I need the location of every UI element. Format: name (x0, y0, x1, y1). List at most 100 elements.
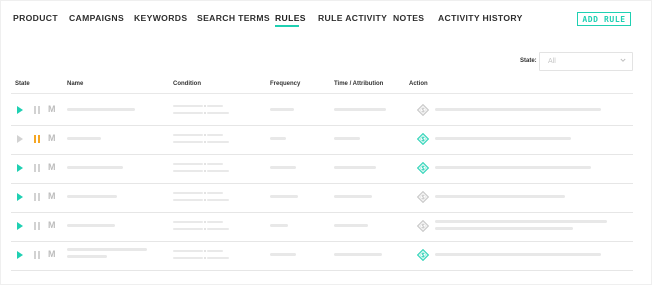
tab-product[interactable]: PRODUCT (13, 13, 58, 23)
table-row[interactable]: M $ (11, 125, 633, 155)
header-condition: Condition (173, 81, 201, 87)
diamond-dollar-icon[interactable]: $ (417, 249, 429, 261)
svg-text:$: $ (422, 195, 425, 201)
condition-placeholder (207, 257, 229, 259)
chevron-down-icon (620, 58, 626, 62)
condition-placeholder (207, 228, 229, 230)
condition-placeholder (207, 112, 229, 114)
manual-mode-toggle[interactable]: M (48, 220, 56, 230)
condition-separator (204, 170, 206, 172)
pause-icon[interactable] (34, 222, 40, 230)
diamond-dollar-icon[interactable]: $ (417, 162, 429, 174)
pause-icon[interactable] (34, 193, 40, 201)
diamond-dollar-icon[interactable]: $ (417, 191, 429, 203)
tab-rule-activity[interactable]: RULE ACTIVITY (318, 13, 387, 23)
tab-rules[interactable]: RULES (275, 13, 306, 23)
condition-separator (204, 134, 206, 136)
header-state: State (15, 81, 30, 87)
frequency-placeholder (270, 195, 298, 198)
table-row[interactable]: M $ (11, 212, 633, 242)
tab-notes[interactable]: NOTES (393, 13, 424, 23)
condition-placeholder (173, 199, 203, 201)
table-row[interactable]: M $ (11, 96, 633, 126)
condition-placeholder (207, 199, 229, 201)
time-attribution-placeholder (334, 108, 386, 111)
tab-search-terms[interactable]: SEARCH TERMS (197, 13, 270, 23)
diamond-dollar-icon[interactable]: $ (417, 133, 429, 145)
condition-separator (204, 250, 206, 252)
svg-text:$: $ (422, 108, 425, 114)
play-icon[interactable] (17, 222, 23, 230)
table-row[interactable]: M $ (11, 241, 633, 271)
frequency-placeholder (270, 224, 288, 227)
rule-name-placeholder (67, 137, 101, 140)
tab-activity-history[interactable]: ACTIVITY HISTORY (438, 13, 523, 23)
table-row[interactable]: M $ (11, 154, 633, 184)
play-icon[interactable] (17, 164, 23, 172)
condition-placeholder (207, 221, 223, 223)
play-icon[interactable] (17, 251, 23, 259)
frequency-placeholder (270, 137, 286, 140)
header-frequency: Frequency (270, 81, 301, 87)
state-filter-select[interactable]: All (539, 52, 633, 71)
tab-bar: PRODUCT CAMPAIGNS KEYWORDS SEARCH TERMS … (1, 1, 651, 31)
manual-mode-toggle[interactable]: M (48, 162, 56, 172)
condition-separator (204, 192, 206, 194)
header-time-attribution: Time / Attribution (334, 81, 384, 87)
pause-icon[interactable] (34, 135, 40, 143)
svg-text:$: $ (422, 253, 425, 259)
play-icon[interactable] (17, 106, 23, 114)
time-attribution-placeholder (334, 195, 372, 198)
action-description-placeholder (435, 137, 571, 140)
action-description-placeholder (435, 227, 573, 230)
condition-placeholder (173, 141, 203, 143)
rule-name-placeholder (67, 108, 135, 111)
state-filter-label: State: (520, 58, 537, 64)
condition-placeholder (173, 228, 203, 230)
condition-placeholder (173, 163, 203, 165)
svg-text:$: $ (422, 224, 425, 230)
rules-table-header: State Name Condition Frequency Time / At… (11, 79, 633, 94)
play-icon[interactable] (17, 193, 23, 201)
pause-icon[interactable] (34, 251, 40, 259)
diamond-dollar-icon[interactable]: $ (417, 220, 429, 232)
condition-separator (204, 257, 206, 259)
action-description-placeholder (435, 166, 591, 169)
pause-icon[interactable] (34, 164, 40, 172)
diamond-dollar-icon[interactable]: $ (417, 104, 429, 116)
time-attribution-placeholder (334, 253, 382, 256)
tab-campaigns[interactable]: CAMPAIGNS (69, 13, 124, 23)
play-icon[interactable] (17, 135, 23, 143)
condition-placeholder (173, 112, 203, 114)
rule-name-placeholder (67, 224, 115, 227)
condition-placeholder (207, 141, 229, 143)
time-attribution-placeholder (334, 224, 368, 227)
manual-mode-toggle[interactable]: M (48, 249, 56, 259)
condition-placeholder (173, 105, 203, 107)
tab-keywords[interactable]: KEYWORDS (134, 13, 187, 23)
table-row[interactable]: M $ (11, 183, 633, 213)
condition-placeholder (173, 134, 203, 136)
manual-mode-toggle[interactable]: M (48, 191, 56, 201)
manual-mode-toggle[interactable]: M (48, 133, 56, 143)
condition-separator (204, 141, 206, 143)
active-tab-indicator (275, 25, 299, 27)
header-name: Name (67, 81, 84, 87)
time-attribution-placeholder (334, 166, 376, 169)
frequency-placeholder (270, 108, 294, 111)
state-filter-value: All (548, 58, 556, 65)
rule-name-placeholder (67, 255, 107, 258)
condition-placeholder (207, 170, 229, 172)
manual-mode-toggle[interactable]: M (48, 104, 56, 114)
rule-name-placeholder (67, 195, 117, 198)
condition-placeholder (207, 163, 223, 165)
pause-icon[interactable] (34, 106, 40, 114)
condition-separator (204, 199, 206, 201)
condition-placeholder (173, 192, 203, 194)
add-rule-button[interactable]: ADD RULE (577, 12, 631, 26)
condition-separator (204, 112, 206, 114)
rules-panel: PRODUCT CAMPAIGNS KEYWORDS SEARCH TERMS … (0, 0, 652, 285)
condition-placeholder (173, 257, 203, 259)
condition-placeholder (207, 105, 223, 107)
condition-separator (204, 163, 206, 165)
